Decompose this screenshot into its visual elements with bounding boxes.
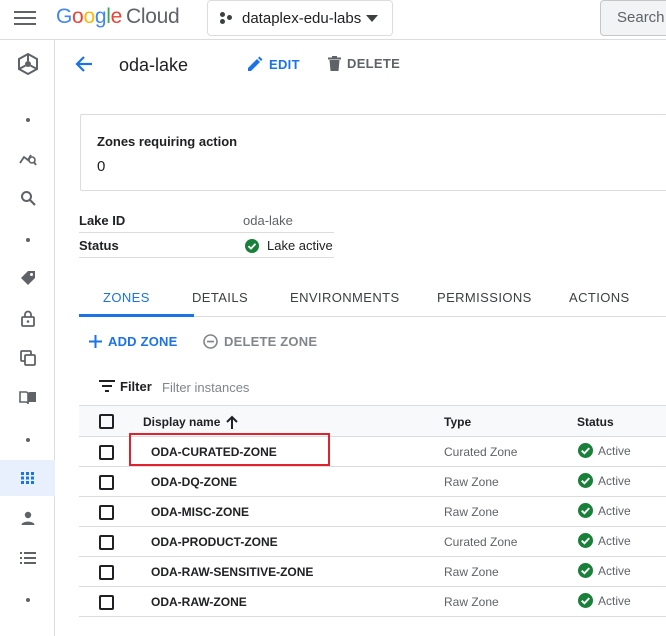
delete-zone-button[interactable]: DELETE ZONE [203, 334, 317, 349]
back-arrow-icon[interactable] [74, 54, 94, 76]
person-icon[interactable] [0, 500, 55, 536]
zone-name-link[interactable]: ODA-RAW-SENSITIVE-ZONE [151, 565, 313, 579]
analytics-icon[interactable] [0, 140, 55, 176]
tab-environments[interactable]: ENVIRONMENTS [290, 290, 400, 305]
filter-input[interactable] [162, 378, 362, 396]
table-row: ODA-RAW-ZONE Raw Zone Active [79, 587, 666, 617]
table-row: ODA-PRODUCT-ZONE Curated Zone Active [79, 527, 666, 557]
check-circle-icon [578, 443, 593, 458]
arrow-up-icon [226, 415, 239, 429]
dataplex-icon[interactable] [0, 46, 55, 82]
zone-type: Raw Zone [444, 565, 499, 579]
row-checkbox[interactable] [99, 505, 114, 520]
top-bar: Google Cloud dataplex-edu-labs Search [0, 0, 666, 40]
zone-name-link[interactable]: ODA-MISC-ZONE [151, 505, 249, 519]
zone-status: Active [578, 533, 631, 548]
row-checkbox[interactable] [99, 595, 114, 610]
project-picker[interactable]: dataplex-edu-labs [207, 0, 393, 36]
column-header-display-name[interactable]: Display name [143, 415, 239, 429]
tab-actions[interactable]: ACTIONS [569, 290, 630, 305]
info-row-lake-id: Lake ID oda-lake [79, 208, 334, 233]
row-checkbox[interactable] [99, 445, 114, 460]
info-row-status: Status Lake active [79, 233, 334, 258]
zone-name-link[interactable]: ODA-DQ-ZONE [151, 475, 237, 489]
book-icon[interactable] [0, 380, 55, 416]
check-circle-icon [578, 503, 593, 518]
nav-dot [0, 582, 55, 618]
check-circle-icon [245, 238, 259, 253]
project-name: dataplex-edu-labs [242, 9, 362, 27]
table-row: ODA-MISC-ZONE Raw Zone Active [79, 497, 666, 527]
lock-icon[interactable] [0, 300, 55, 336]
table-row: ODA-RAW-SENSITIVE-ZONE Raw Zone Active [79, 557, 666, 587]
check-circle-icon [578, 533, 593, 548]
select-all-checkbox[interactable] [99, 414, 114, 429]
tab-permissions[interactable]: PERMISSIONS [437, 290, 532, 305]
copy-icon[interactable] [0, 340, 55, 376]
zone-status: Active [578, 503, 631, 518]
project-icon [220, 12, 232, 24]
filter-bar: Filter [79, 370, 666, 406]
nav-dot [0, 422, 55, 458]
tab-details[interactable]: DETAILS [192, 290, 248, 305]
zone-status: Active [578, 443, 631, 458]
zone-status: Active [578, 563, 631, 578]
zone-type: Curated Zone [444, 445, 518, 459]
active-tab-indicator [79, 314, 194, 317]
zone-status: Active [578, 473, 631, 488]
tab-bar: ZONES DETAILS ENVIRONMENTS PERMISSIONS A… [79, 280, 666, 317]
zone-type: Curated Zone [444, 535, 518, 549]
row-checkbox[interactable] [99, 535, 114, 550]
zone-status: Active [578, 593, 631, 608]
pencil-icon [248, 56, 263, 71]
delete-button[interactable]: DELETE [328, 56, 400, 71]
zone-name-link[interactable]: ODA-PRODUCT-ZONE [151, 535, 278, 549]
column-header-type[interactable]: Type [444, 415, 471, 429]
row-checkbox[interactable] [99, 565, 114, 580]
caret-down-icon [366, 14, 378, 22]
table-row: ODA-DQ-ZONE Raw Zone Active [79, 467, 666, 497]
zone-name-link[interactable]: ODA-RAW-ZONE [151, 595, 247, 609]
page-title: oda-lake [119, 55, 189, 75]
google-cloud-logo[interactable]: Google Cloud [56, 5, 180, 29]
edit-button[interactable]: EDIT [247, 56, 300, 72]
card-value: 0 [97, 158, 106, 175]
grid-icon[interactable] [0, 460, 55, 496]
check-circle-icon [578, 473, 593, 488]
remove-circle-icon [203, 334, 218, 349]
plus-icon [89, 335, 102, 348]
card-label: Zones requiring action [97, 134, 238, 149]
menu-icon[interactable] [14, 11, 36, 27]
lake-info-table: Lake ID oda-lake Status Lake active [79, 208, 334, 258]
zone-type: Raw Zone [444, 475, 499, 489]
highlight-box [129, 433, 330, 466]
check-circle-icon [578, 563, 593, 578]
zone-type: Raw Zone [444, 595, 499, 609]
nav-dot [0, 102, 55, 138]
zone-type: Raw Zone [444, 505, 499, 519]
zones-action-card: Zones requiring action 0 [80, 114, 666, 191]
nav-dot [0, 222, 55, 258]
left-nav-rail [0, 40, 55, 636]
trash-icon [328, 56, 341, 71]
list-icon[interactable] [0, 540, 55, 576]
search-input[interactable]: Search [600, 0, 666, 36]
check-circle-icon [578, 593, 593, 608]
tab-zones[interactable]: ZONES [103, 290, 150, 305]
filter-label: Filter [120, 379, 152, 394]
filter-icon[interactable] [99, 380, 115, 392]
column-header-status[interactable]: Status [577, 415, 614, 429]
add-zone-button[interactable]: ADD ZONE [89, 334, 178, 349]
tag-icon[interactable] [0, 260, 55, 296]
search-icon[interactable] [0, 180, 55, 216]
row-checkbox[interactable] [99, 475, 114, 490]
